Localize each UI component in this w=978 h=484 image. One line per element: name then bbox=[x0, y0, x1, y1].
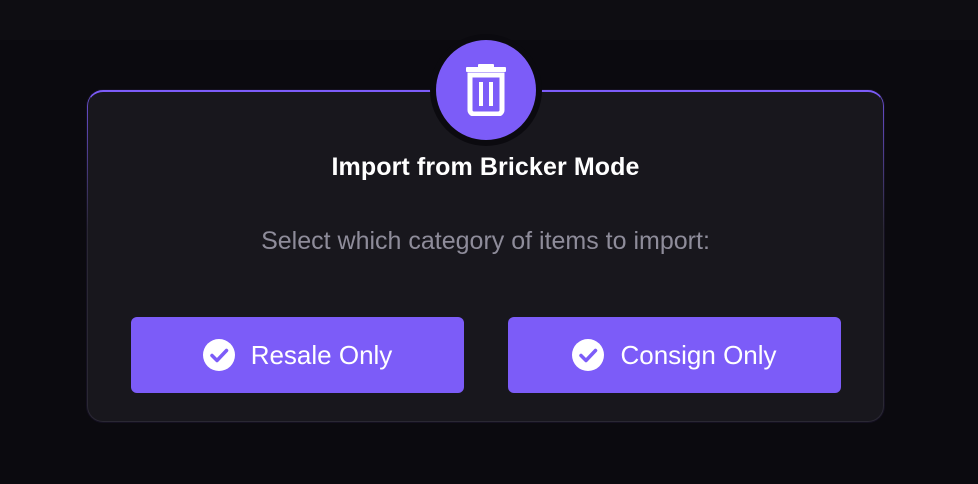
resale-only-button[interactable]: Resale Only bbox=[131, 317, 464, 393]
dialog-icon-badge bbox=[436, 40, 536, 140]
dialog-subtitle: Select which category of items to import… bbox=[261, 227, 710, 255]
check-circle-icon bbox=[572, 339, 605, 371]
background-top-band bbox=[0, 0, 978, 40]
trash-icon bbox=[466, 64, 506, 116]
consign-only-label: Consign Only bbox=[620, 339, 777, 370]
check-circle-icon bbox=[202, 339, 235, 371]
consign-only-button[interactable]: Consign Only bbox=[508, 317, 841, 393]
resale-only-label: Resale Only bbox=[250, 339, 393, 370]
dialog-title: Import from Bricker Mode bbox=[331, 153, 640, 181]
